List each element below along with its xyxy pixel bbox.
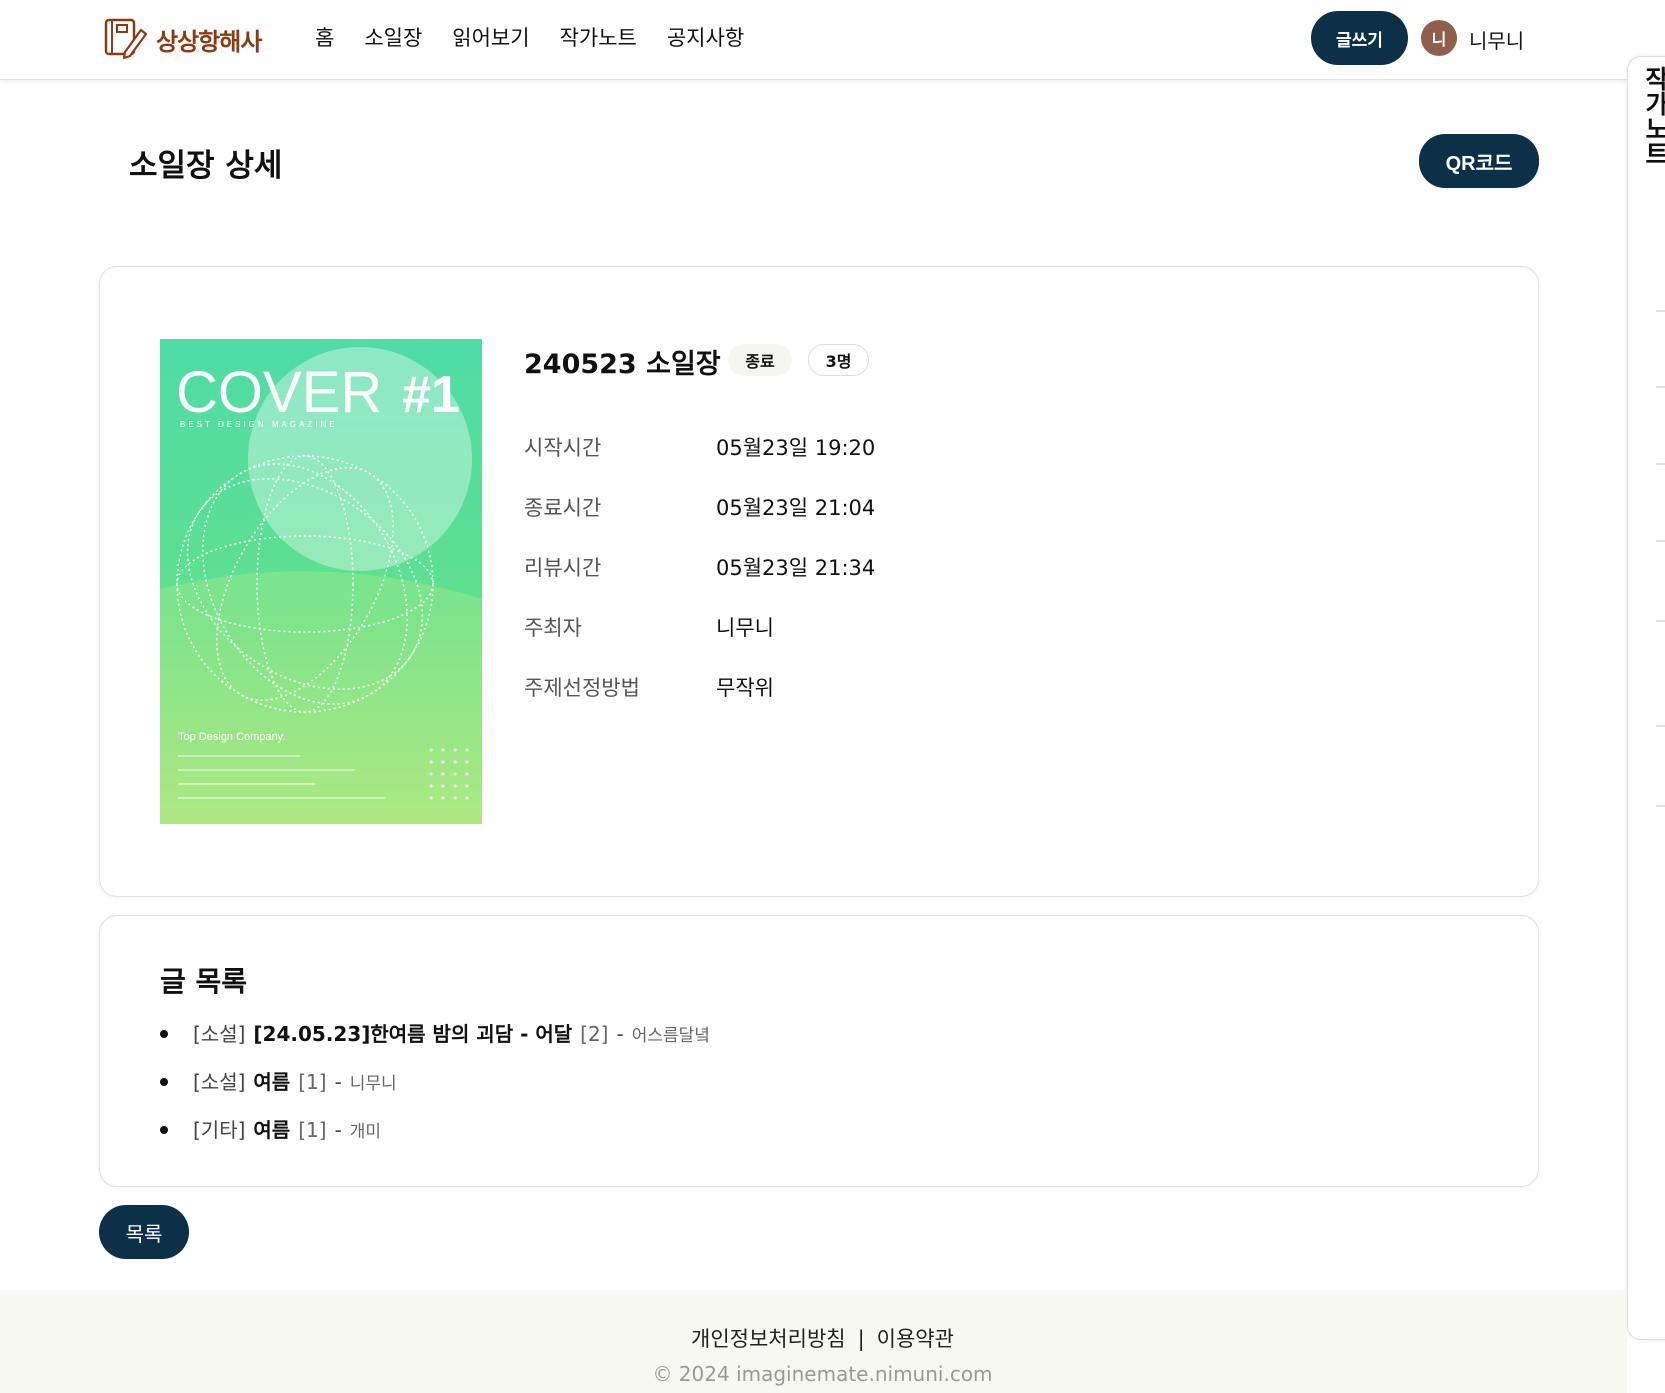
post-separator: - — [616, 1022, 624, 1046]
post-author: 니무니 — [349, 1074, 397, 1094]
nav-soiljang[interactable]: 소일장 — [364, 22, 422, 52]
side-panel-divider — [1656, 805, 1665, 807]
privacy-policy-link[interactable]: 개인정보처리방침 — [691, 1327, 846, 1351]
username[interactable]: 니무니 — [1469, 25, 1524, 54]
post-title-link[interactable]: 여름 — [253, 1114, 290, 1143]
post-comment-count: [1] — [298, 1070, 327, 1094]
post-category: [소설] — [193, 1022, 246, 1046]
side-panel-divider — [1656, 540, 1665, 542]
side-panel-label[interactable]: 작가노트 — [1637, 66, 1665, 166]
post-list-title: 글 목록 — [160, 965, 248, 998]
write-button[interactable]: 글쓰기 — [1311, 11, 1408, 65]
cover-company: Top Design Company. — [178, 731, 285, 743]
footer-separator: | — [857, 1327, 865, 1351]
side-panel-divider — [1656, 463, 1665, 465]
post-separator: - — [334, 1118, 342, 1142]
writer-note-side-panel[interactable] — [1627, 56, 1665, 1340]
side-panel-divider — [1656, 310, 1665, 312]
nav-notice[interactable]: 공지사항 — [667, 22, 744, 52]
side-panel-divider — [1656, 386, 1665, 388]
logo[interactable]: 상상항해사 — [103, 14, 262, 64]
post-separator: - — [334, 1070, 342, 1094]
start-time-label: 시작시간 — [524, 436, 602, 460]
review-time-value: 05월23일 21:34 — [716, 556, 876, 580]
avatar[interactable]: 니 — [1421, 20, 1457, 56]
post-title-link[interactable]: 여름 — [253, 1066, 290, 1095]
post-category: [기타] — [193, 1118, 246, 1142]
qr-code-button[interactable]: QR코드 — [1419, 134, 1539, 188]
bullet-icon — [160, 1126, 168, 1134]
back-to-list-button[interactable]: 목록 — [99, 1205, 189, 1259]
bullet-icon — [160, 1078, 168, 1086]
list-item[interactable]: [소설] [24.05.23]한여름 밤의 괴담 - 어달 [2] - 어스름달… — [160, 1018, 710, 1047]
topic-method-label: 주제선정방법 — [524, 676, 640, 700]
post-author: 개미 — [349, 1122, 382, 1142]
post-category: [소설] — [193, 1070, 246, 1094]
nav-writer-note[interactable]: 작가노트 — [560, 22, 637, 52]
main-nav: 홈 소일장 읽어보기 작가노트 공지사항 — [315, 22, 774, 52]
cover-headline: COVER — [176, 360, 382, 425]
list-item[interactable]: [소설] 여름 [1] - 니무니 — [160, 1066, 397, 1095]
end-time-value: 05월23일 21:04 — [716, 496, 876, 520]
post-comment-count: [2] — [580, 1022, 609, 1046]
terms-link[interactable]: 이용약관 — [877, 1327, 954, 1351]
status-badge: 종료 — [728, 344, 792, 376]
topic-method-value: 무작위 — [716, 676, 774, 700]
copyright: © 2024 imaginemate.nimuni.com — [652, 1362, 993, 1386]
host-label: 주최자 — [524, 616, 582, 640]
nav-home[interactable]: 홈 — [315, 22, 334, 52]
cover-subtitle: BEST DESIGN MAGAZINE — [180, 420, 338, 429]
post-author: 어스름달녘 — [631, 1026, 710, 1046]
notebook-pen-icon — [103, 14, 149, 64]
end-time-label: 종료시간 — [524, 496, 602, 520]
post-title-link[interactable]: [24.05.23]한여름 밤의 괴담 - 어달 — [253, 1018, 572, 1047]
participant-count-badge: 3명 — [808, 344, 869, 376]
list-item[interactable]: [기타] 여름 [1] - 개미 — [160, 1114, 381, 1143]
nav-read[interactable]: 읽어보기 — [452, 22, 529, 52]
host-value: 니무니 — [716, 616, 774, 640]
top-header: 상상항해사 홈 소일장 읽어보기 작가노트 공지사항 글쓰기 니 니무니 — [0, 0, 1665, 80]
cover-image: COVER #1 BEST DESIGN MAGAZINE Top Design… — [160, 339, 482, 824]
side-panel-divider — [1656, 620, 1665, 622]
cover-number: #1 — [402, 366, 460, 424]
post-list-card — [99, 915, 1539, 1187]
review-time-label: 리뷰시간 — [524, 556, 602, 580]
page-title: 소일장 상세 — [129, 148, 283, 184]
side-panel-divider — [1656, 725, 1665, 727]
post-comment-count: [1] — [298, 1118, 327, 1142]
bullet-icon — [160, 1030, 168, 1038]
start-time-value: 05월23일 19:20 — [716, 436, 876, 460]
logo-text: 상상항해사 — [156, 27, 262, 56]
event-title: 240523 소일장 — [524, 349, 721, 380]
footer-links: 개인정보처리방침 | 이용약관 — [0, 1323, 1645, 1353]
